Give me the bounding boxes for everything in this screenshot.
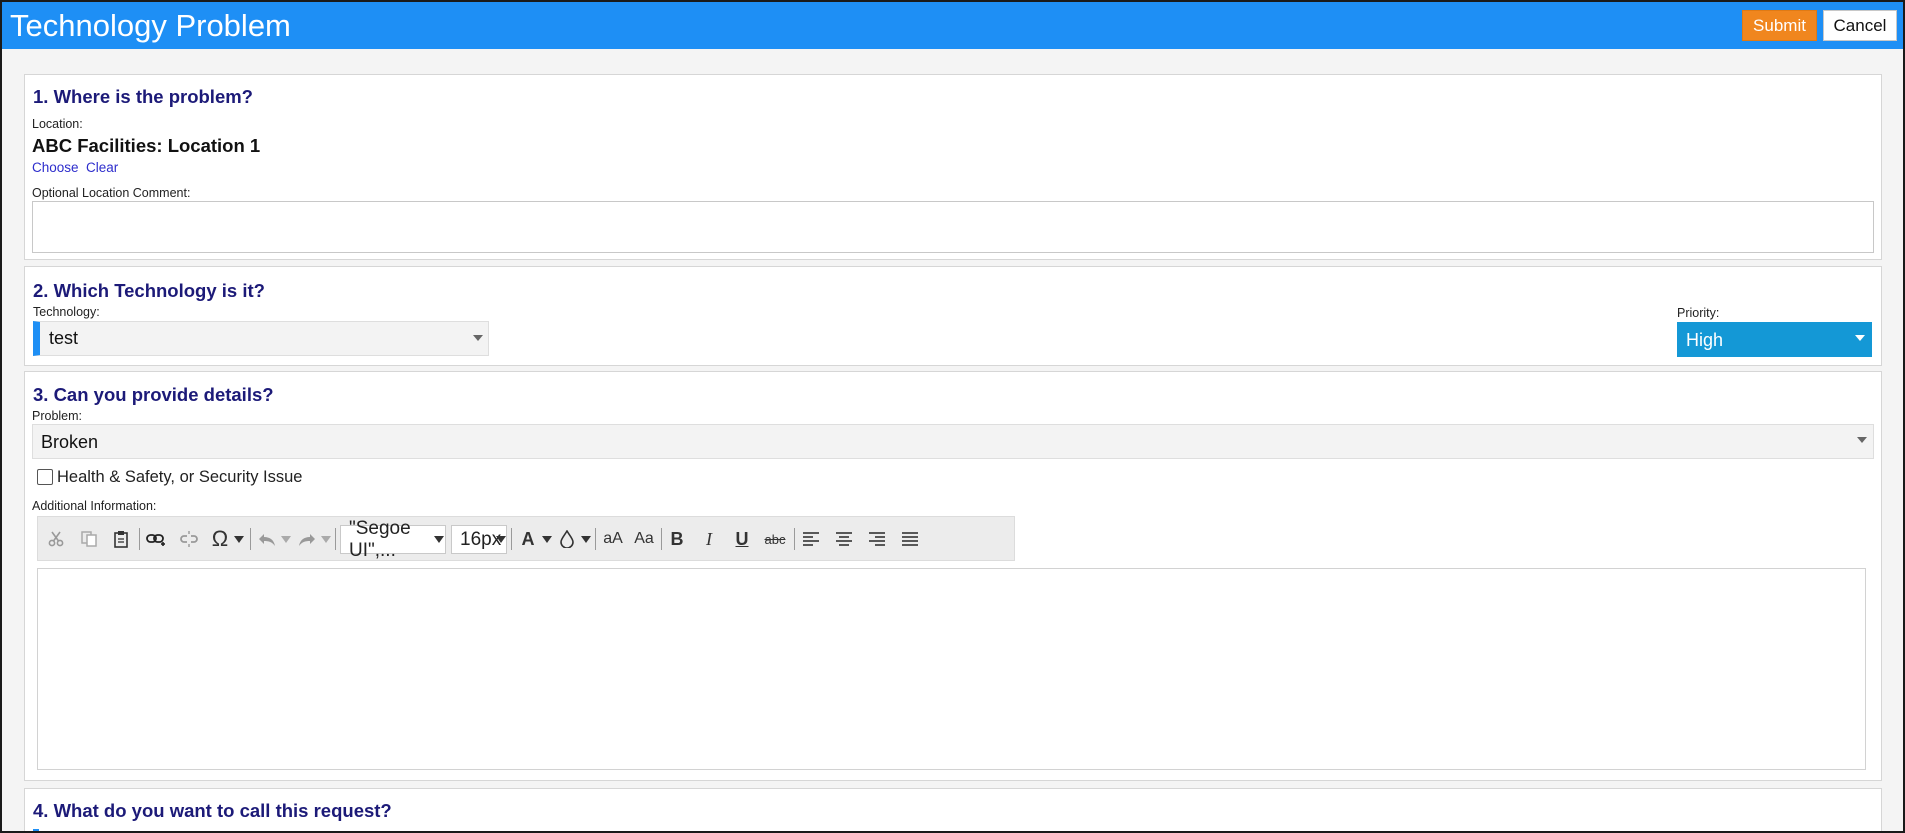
align-left-icon[interactable] (800, 525, 822, 553)
section-technology: 2. Which Technology is it? Technology: t… (24, 266, 1882, 366)
align-right-icon[interactable] (866, 525, 888, 553)
chevron-down-icon[interactable] (581, 536, 591, 543)
section-heading: 3. Can you provide details? (33, 384, 274, 405)
location-value: ABC Facilities: Location 1 (32, 135, 261, 156)
align-center-icon[interactable] (833, 525, 855, 553)
chevron-down-icon (1857, 437, 1867, 443)
technology-label: Technology: (33, 305, 100, 319)
health-safety-label: Health & Safety, or Security Issue (57, 468, 303, 486)
technology-value: test (49, 328, 79, 348)
app-window: Technology Problem Submit Cancel 1. Wher… (0, 0, 1905, 833)
additional-info-label: Additional Information: (32, 499, 157, 513)
copy-icon[interactable] (78, 525, 100, 553)
italic-icon[interactable]: I (699, 525, 719, 553)
chevron-down-icon[interactable] (542, 536, 552, 543)
font-family-value: "Segoe UI",... (349, 517, 411, 561)
health-safety-checkbox[interactable] (37, 469, 53, 485)
uppercase-icon[interactable]: aA (601, 525, 625, 553)
clear-location-link[interactable]: Clear (86, 160, 118, 175)
section-request-name: 4. What do you want to call this request… (24, 788, 1882, 831)
chevron-down-icon[interactable] (234, 536, 244, 543)
chevron-down-icon (434, 536, 444, 543)
priority-select[interactable]: High (1677, 322, 1872, 357)
insert-link-icon[interactable] (144, 525, 168, 553)
page-title: Technology Problem (10, 8, 291, 43)
section-details: 3. Can you provide details? Problem: Bro… (24, 371, 1882, 781)
problem-select[interactable]: Broken (32, 424, 1874, 459)
problem-label: Problem: (32, 409, 83, 423)
underline-icon[interactable]: U (732, 525, 752, 553)
cancel-button[interactable]: Cancel (1823, 10, 1897, 41)
section-heading: 2. Which Technology is it? (33, 280, 265, 301)
problem-value: Broken (41, 432, 99, 452)
background-color-icon[interactable] (556, 525, 578, 553)
priority-value: High (1686, 330, 1724, 350)
location-comment-input[interactable] (32, 201, 1874, 253)
undo-icon[interactable] (256, 525, 278, 553)
submit-button[interactable]: Submit (1742, 10, 1817, 41)
section-heading: 1. Where is the problem? (33, 86, 253, 107)
priority-label: Priority: (1677, 306, 1720, 320)
unlink-icon[interactable] (177, 525, 201, 553)
request-name-input-edge[interactable] (33, 829, 39, 831)
special-character-icon[interactable]: Ω (209, 525, 231, 553)
cut-icon[interactable] (45, 525, 67, 553)
strikethrough-icon[interactable]: abc (762, 525, 788, 553)
justify-icon[interactable] (899, 525, 921, 553)
chevron-down-icon (1855, 335, 1865, 341)
sentence-case-icon[interactable]: Aa (632, 525, 656, 553)
additional-info-editor[interactable] (37, 568, 1866, 770)
chevron-down-icon (473, 335, 483, 341)
choose-location-link[interactable]: Choose (32, 160, 79, 175)
location-label: Location: (32, 117, 83, 131)
font-color-icon[interactable]: A (517, 525, 539, 553)
technology-select[interactable]: test (33, 321, 489, 356)
section-location: 1. Where is the problem? Location: ABC F… (24, 74, 1882, 260)
section-heading: 4. What do you want to call this request… (33, 800, 392, 821)
title-bar: Technology Problem Submit Cancel (2, 2, 1903, 49)
chevron-down-icon[interactable] (321, 536, 331, 543)
bold-icon[interactable]: B (667, 525, 687, 553)
redo-icon[interactable] (296, 525, 318, 553)
font-family-select[interactable]: "Segoe UI",... (340, 518, 446, 561)
chevron-down-icon[interactable] (281, 536, 291, 543)
editor-toolbar: Ω "Segoe UI",... 16px A aA Aa B I U abc (37, 516, 1015, 561)
paste-icon[interactable] (110, 525, 132, 553)
location-comment-label: Optional Location Comment: (32, 186, 191, 200)
chevron-down-icon (496, 536, 506, 543)
